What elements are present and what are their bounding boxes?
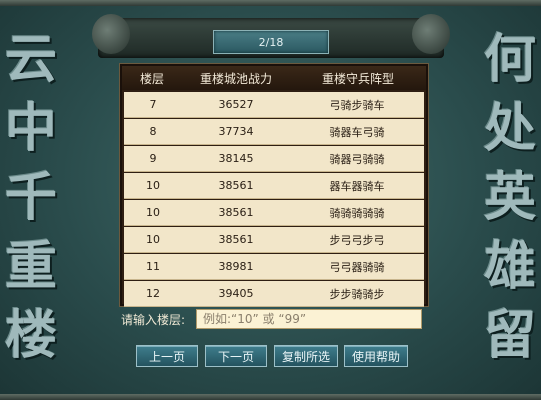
cell-power: 38561 (218, 206, 254, 219)
right-title-char: 雄 (483, 236, 536, 297)
cell-formation: 弓骑步骑车 (329, 98, 385, 112)
top-frame-border (0, 0, 541, 6)
right-title-char: 处 (483, 98, 536, 159)
table-row[interactable]: 10 38561 骑骑骑骑骑 (124, 200, 424, 226)
cell-power: 39405 (218, 287, 254, 300)
right-title-char: 英 (483, 167, 536, 228)
cell-floor: 11 (146, 260, 160, 273)
cell-formation: 器车器骑车 (329, 179, 385, 193)
floor-input[interactable] (196, 309, 422, 329)
table-row[interactable]: 10 38561 步弓弓步弓 (124, 227, 424, 253)
page-indicator: 2/18 (213, 30, 329, 54)
right-title-char: 何 (483, 29, 536, 90)
table-row[interactable]: 10 38561 器车器骑车 (124, 173, 424, 199)
cell-floor: 9 (149, 152, 157, 165)
table-row[interactable]: 7 36527 弓骑步骑车 (124, 92, 424, 118)
table-row[interactable]: 9 38145 骑器弓骑骑 (124, 146, 424, 172)
next-page-button[interactable]: 下一页 (205, 345, 267, 367)
left-title-char: 重 (4, 236, 57, 297)
cell-floor: 8 (149, 125, 157, 138)
column-header-floor: 楼层 (139, 71, 164, 86)
cell-formation: 步弓弓步弓 (329, 233, 385, 247)
table-row[interactable]: 12 39405 步步骑骑步 (124, 281, 424, 307)
left-title-char: 云 (4, 29, 57, 90)
right-title-char: 留 (483, 305, 536, 366)
dragon-head-right-icon (412, 14, 450, 54)
left-title-char: 千 (4, 167, 57, 228)
cell-formation: 步步骑骑步 (329, 287, 385, 301)
column-header-power: 重楼城池战力 (199, 71, 272, 86)
left-title-char: 中 (4, 98, 57, 159)
table-row[interactable]: 8 37734 骑器车弓骑 (124, 119, 424, 145)
prev-page-button[interactable]: 上一页 (136, 345, 198, 367)
cell-formation: 骑器弓骑骑 (329, 152, 385, 166)
bottom-frame-border (0, 394, 541, 400)
left-calligraphy-title: 云 中 千 重 楼 (2, 28, 60, 368)
help-button[interactable]: 使用帮助 (344, 345, 408, 367)
cell-floor: 10 (146, 233, 160, 246)
cell-power: 36527 (218, 98, 254, 111)
table-header: 楼层 重楼城池战力 重楼守兵阵型 (122, 66, 426, 90)
column-header-formation: 重楼守兵阵型 (321, 71, 394, 86)
cell-power: 38145 (218, 152, 254, 165)
cell-formation: 弓弓器骑骑 (329, 260, 385, 274)
cell-floor: 12 (146, 287, 160, 300)
app-window: 云 中 千 重 楼 何 处 英 雄 留 2/18 楼层 重楼城池战力 重楼守兵阵… (0, 0, 541, 400)
cell-power: 38561 (218, 179, 254, 192)
cell-floor: 7 (149, 98, 157, 111)
table-row[interactable]: 11 38981 弓弓器骑骑 (124, 254, 424, 280)
dragon-head-left-icon (92, 14, 130, 54)
cell-formation: 骑骑骑骑骑 (329, 206, 385, 220)
cell-power: 38561 (218, 233, 254, 246)
floor-table: 楼层 重楼城池战力 重楼守兵阵型 7 36527 弓骑步骑车 8 37734 骑… (120, 64, 428, 308)
cell-floor: 10 (146, 206, 160, 219)
left-title-char: 楼 (4, 305, 57, 366)
cell-power: 37734 (218, 125, 254, 138)
cell-formation: 骑器车弓骑 (329, 125, 385, 139)
cell-power: 38981 (218, 260, 254, 273)
right-calligraphy-title: 何 处 英 雄 留 (481, 28, 539, 368)
table-body: 7 36527 弓骑步骑车 8 37734 骑器车弓骑 9 38145 骑器弓骑… (124, 92, 424, 308)
cell-floor: 10 (146, 179, 160, 192)
copy-selected-button[interactable]: 复制所选 (274, 345, 338, 367)
floor-input-label: 请输入楼层: (121, 313, 186, 327)
